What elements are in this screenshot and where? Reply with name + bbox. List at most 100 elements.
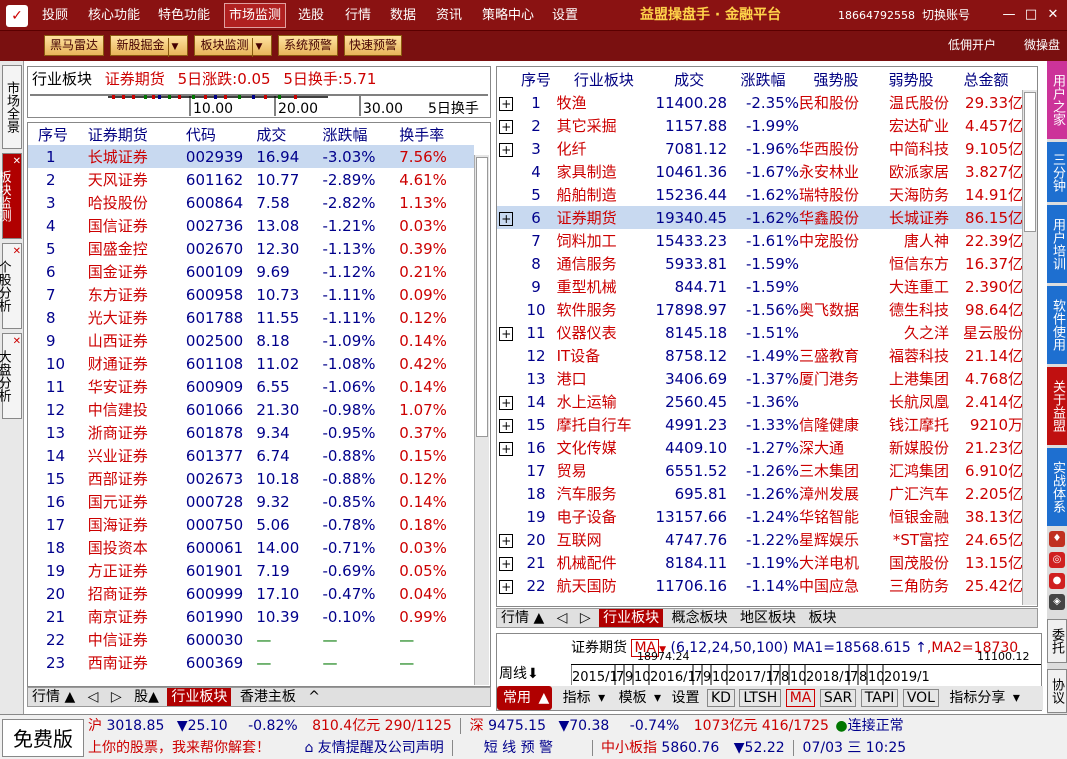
expand-icon[interactable]: + <box>499 441 514 456</box>
table-row[interactable]: 2 天风证券 601162 10.77 -2.89% 4.61% <box>28 168 474 191</box>
sh-index-name[interactable]: 沪 <box>88 718 102 734</box>
expand-icon[interactable]: + <box>499 142 514 157</box>
table-row[interactable]: 17 贸易 6551.52 -1.26% 三木集团 汇鸿集团 6.910亿 <box>497 459 1023 482</box>
menu-item-core[interactable]: 核心功能 <box>88 0 140 31</box>
right-tab-4[interactable]: 关于益盟 <box>1047 367 1067 445</box>
expand-icon[interactable]: + <box>499 533 514 548</box>
sector-monitor-button[interactable]: 板块监测 ▼ <box>194 35 272 57</box>
tab-index-analysis[interactable]: ✕ 大盘分析 <box>0 333 22 419</box>
sector-table-scrollbar[interactable] <box>1022 90 1037 605</box>
menu-item-settings[interactable]: 设置 <box>552 0 578 31</box>
tab-prev-icon[interactable]: ◁ <box>553 609 572 627</box>
tapi-button[interactable]: TAPI <box>860 689 899 707</box>
col-header-index[interactable]: 序号 <box>28 123 88 145</box>
tab-next-icon[interactable]: ▷ <box>576 609 595 627</box>
close-icon[interactable]: ✕ <box>13 156 21 167</box>
expand-icon[interactable]: + <box>499 211 514 226</box>
ltsh-button[interactable]: LTSH <box>739 689 782 707</box>
table-row[interactable]: +3 化纤 7081.12 -1.96% 华西股份 中简科技 9.105亿 <box>497 137 1023 160</box>
table-row[interactable]: 7 饲料加工 15433.23 -1.61% 中宠股份 唐人神 22.39亿 <box>497 229 1023 252</box>
right-tab-0[interactable]: 用户之家 <box>1047 61 1067 139</box>
table-row[interactable]: 13 港口 3406.69 -1.37% 厦门港务 上港集团 4.768亿 <box>497 367 1023 390</box>
right-tab-3[interactable]: 软件使用 <box>1047 286 1067 364</box>
table-row[interactable]: +11 仪器仪表 8145.18 -1.51% 久之洋 星云股份 <box>497 321 1023 344</box>
low-commission-link[interactable]: 低佣开户 <box>948 35 996 56</box>
scroll-thumb[interactable] <box>476 157 488 437</box>
tab-prev-icon[interactable]: ◁ <box>84 688 103 706</box>
col-header-volume[interactable]: 成交 <box>651 67 727 91</box>
arrow-down-icon[interactable]: ⬇ <box>527 666 539 682</box>
col-header-amount[interactable]: 总金额 <box>949 67 1023 91</box>
ma-button[interactable]: MA <box>785 689 816 707</box>
template-menu[interactable]: 模板 ▾ <box>613 686 664 710</box>
table-row[interactable]: +6 证券期货 19340.45 -1.62% 华鑫股份 长城证券 86.15亿 <box>497 206 1023 229</box>
tab-stocks[interactable]: 股▲ <box>130 688 163 706</box>
table-row[interactable]: +15 摩托自行车 4991.23 -1.33% 信隆健康 钱江摩托 9210万 <box>497 413 1023 436</box>
table-row[interactable]: 4 家具制造 10461.36 -1.67% 永安林业 欧派家居 3.827亿 <box>497 160 1023 183</box>
col-header-strong[interactable]: 强势股 <box>799 67 873 91</box>
stock-table-scrollbar[interactable] <box>474 155 489 685</box>
sme-index-name[interactable]: 中小板指 <box>601 740 657 756</box>
col-header-turnover[interactable]: 换手率 <box>399 123 474 145</box>
table-row[interactable]: 20 招商证券 600999 17.10 -0.47% 0.04% <box>28 582 474 605</box>
home-icon[interactable]: ⌂ <box>304 740 313 756</box>
table-row[interactable]: 13 浙商证券 601878 9.34 -0.95% 0.37% <box>28 421 474 444</box>
table-row[interactable]: 15 西部证券 002673 10.18 -0.88% 0.12% <box>28 467 474 490</box>
maximize-icon[interactable]: □ <box>1022 6 1040 24</box>
indicator-menu[interactable]: 指标 ▾ <box>557 686 608 710</box>
table-row[interactable]: 8 光大证券 601788 11.55 -1.11% 0.12% <box>28 306 474 329</box>
table-row[interactable]: 11 华安证券 600909 6.55 -1.06% 0.14% <box>28 375 474 398</box>
table-row[interactable]: 12 IT设备 8758.12 -1.49% 三盛教育 福蓉科技 21.14亿 <box>497 344 1023 367</box>
col-header-sector[interactable]: 行业板块 <box>557 67 652 91</box>
vol-button[interactable]: VOL <box>902 689 939 707</box>
col-header-name[interactable]: 证券期货 <box>88 123 186 145</box>
quick-alert-button[interactable]: 快速预警 <box>344 35 402 56</box>
table-row[interactable]: 21 南京证券 601990 10.39 -0.10% 0.99% <box>28 605 474 628</box>
col-header-price[interactable]: 成交 <box>256 123 322 145</box>
table-row[interactable]: 19 电子设备 13157.66 -1.24% 华铭智能 恒银金融 38.13亿 <box>497 505 1023 528</box>
sz-index-name[interactable]: 深 <box>470 718 484 734</box>
expand-icon[interactable]: + <box>499 96 514 111</box>
table-row[interactable]: 9 重型机械 844.71 -1.59% 大连重工 2.390亿 <box>497 275 1023 298</box>
menu-item-data[interactable]: 数据 <box>390 0 416 31</box>
agreement-button[interactable]: 协议 <box>1047 669 1067 713</box>
tab-sector-monitor[interactable]: ✕ 板块监测 <box>0 153 22 239</box>
table-row[interactable]: 6 国金证券 600109 9.69 -1.12% 0.21% <box>28 260 474 283</box>
table-row[interactable]: 10 软件服务 17898.97 -1.56% 奥飞数据 德生科技 98.64亿 <box>497 298 1023 321</box>
table-row[interactable]: 16 国元证券 000728 9.32 -0.85% 0.14% <box>28 490 474 513</box>
table-row[interactable]: +1 牧渔 11400.28 -2.35% 民和股份 温氏股份 29.33亿 <box>497 91 1023 114</box>
table-row[interactable]: 1 长城证券 002939 16.94 -3.03% 7.56% <box>28 145 474 168</box>
short-line-alert[interactable]: 短 线 预 警 <box>484 740 553 756</box>
table-row[interactable]: 3 哈投股份 600864 7.58 -2.82% 1.13% <box>28 191 474 214</box>
table-row[interactable]: +22 航天国防 11706.16 -1.14% 中国应急 三角防务 25.42亿 <box>497 574 1023 597</box>
close-icon[interactable]: ✕ <box>1044 6 1062 24</box>
expand-icon[interactable]: + <box>499 418 514 433</box>
tab-industry-sector[interactable]: 行业板块 <box>599 609 664 627</box>
quick-app-icon[interactable]: ● <box>1049 573 1065 589</box>
col-header-code[interactable]: 代码 <box>186 123 256 145</box>
micro-trade-link[interactable]: 微操盘 <box>1024 35 1060 56</box>
table-row[interactable]: +14 水上运输 2560.45 -1.36% 长航凤凰 2.414亿 <box>497 390 1023 413</box>
table-row[interactable]: 17 国海证券 000750 5.06 -0.78% 0.18% <box>28 513 474 536</box>
tab-hk-main[interactable]: 香港主板 <box>236 688 300 706</box>
chevron-down-icon[interactable]: ▼ <box>167 38 182 57</box>
table-row[interactable]: 5 国盛金控 002670 12.30 -1.13% 0.39% <box>28 237 474 260</box>
right-tab-5[interactable]: 实战体系 <box>1047 448 1067 526</box>
table-row[interactable]: 19 方正证券 601901 7.19 -0.69% 0.05% <box>28 559 474 582</box>
table-row[interactable]: +21 机械配件 8184.11 -1.19% 大洋电机 国茂股份 13.15亿 <box>497 551 1023 574</box>
table-row[interactable]: 4 国信证券 002736 13.08 -1.21% 0.03% <box>28 214 474 237</box>
ipo-mining-button[interactable]: 新股掘金 ▼ <box>110 35 188 57</box>
menu-item-market-monitor[interactable]: 市场监测 <box>224 3 287 28</box>
share-indicator-menu[interactable]: 指标分享 ▾ <box>943 686 1022 710</box>
table-row[interactable]: 18 汽车服务 695.81 -1.26% 漳州发展 广汇汽车 2.205亿 <box>497 482 1023 505</box>
tab-sector-more[interactable]: 板块 <box>805 609 841 627</box>
dark-horse-radar-button[interactable]: 黑马雷达 <box>44 35 104 56</box>
tab-market-overview[interactable]: 市场全景 <box>2 65 22 149</box>
table-row[interactable]: 7 东方证券 600958 10.73 -1.11% 0.09% <box>28 283 474 306</box>
settings-button[interactable]: 设置 <box>669 686 703 710</box>
table-row[interactable]: +16 文化传媒 4409.10 -1.27% 深大通 新媒股份 21.23亿 <box>497 436 1023 459</box>
table-row[interactable]: +2 其它采掘 1157.88 -1.99% 宏达矿业 4.457亿 <box>497 114 1023 137</box>
common-tools-button[interactable]: 常用 ▲ <box>497 686 553 710</box>
table-row[interactable]: 22 中信证券 600030 — — — <box>28 628 474 651</box>
kd-button[interactable]: KD <box>707 689 735 707</box>
